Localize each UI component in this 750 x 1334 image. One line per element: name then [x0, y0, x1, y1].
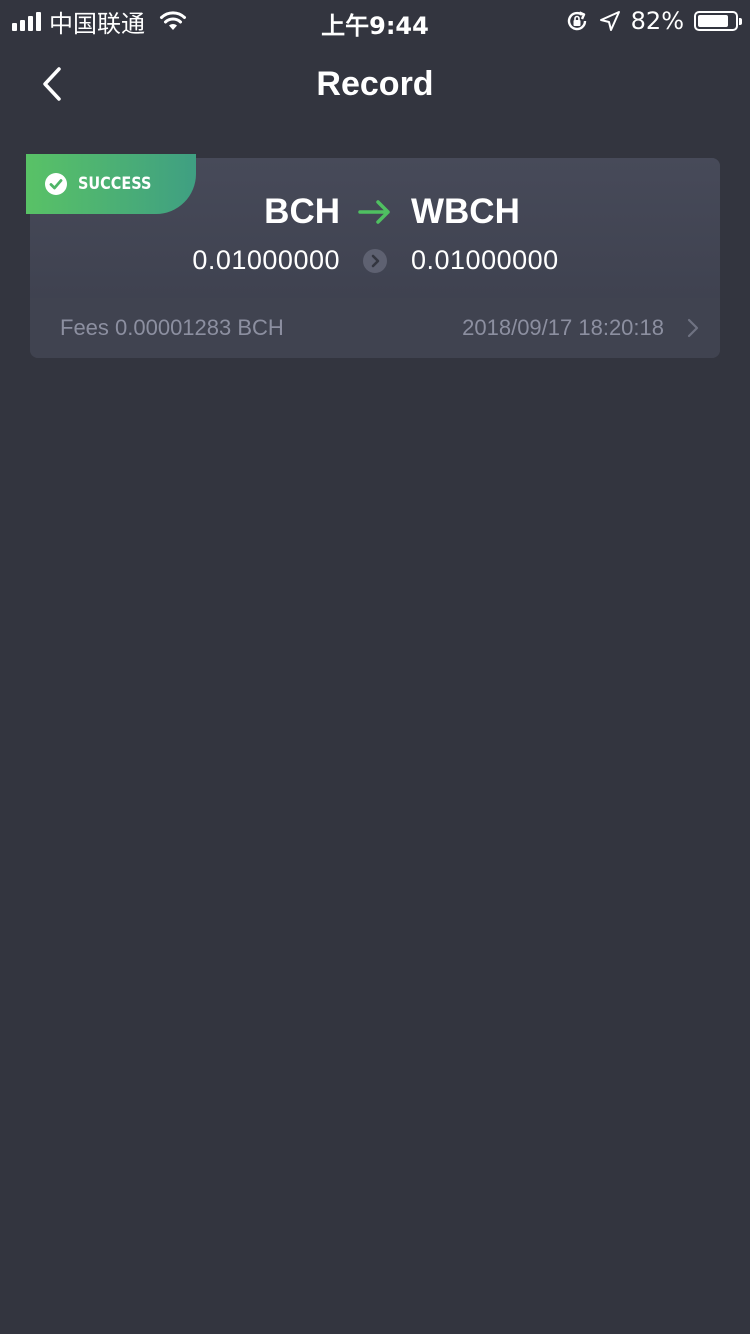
record-card[interactable]: BCH WBCH 0.01000000 0.01000000 Fees 0.00…: [26, 154, 720, 358]
status-bar: 中国联通 上午9:44 82%: [0, 0, 750, 40]
to-amount: 0.01000000: [411, 245, 559, 275]
from-amount: 0.01000000: [192, 245, 340, 275]
record-detail-row[interactable]: Fees 0.00001283 BCH 2018/09/17 18:20:18: [30, 298, 720, 358]
amounts: 0.01000000 0.01000000: [30, 240, 720, 280]
from-coin: BCH: [264, 192, 340, 231]
check-circle-icon: [45, 173, 67, 195]
fees-label: Fees 0.00001283 BCH: [60, 315, 284, 340]
record-datetime: 2018/09/17 18:20:18: [462, 315, 664, 340]
battery-icon: [694, 11, 742, 31]
battery-fill: [698, 15, 728, 27]
to-coin: WBCH: [411, 192, 520, 231]
battery-percent: 82%: [630, 7, 684, 35]
status-badge: SUCCESS: [26, 154, 196, 214]
nav-bar: Record: [0, 40, 750, 128]
chevron-right-icon: [687, 318, 699, 338]
page-title: Record: [316, 65, 434, 103]
orientation-lock-icon: [567, 11, 586, 31]
arrow-right-icon: [358, 200, 390, 224]
status-label: SUCCESS: [78, 174, 152, 194]
status-right: 82%: [565, 6, 742, 36]
chevron-circle-icon: [363, 249, 387, 273]
location-icon: [599, 11, 620, 31]
